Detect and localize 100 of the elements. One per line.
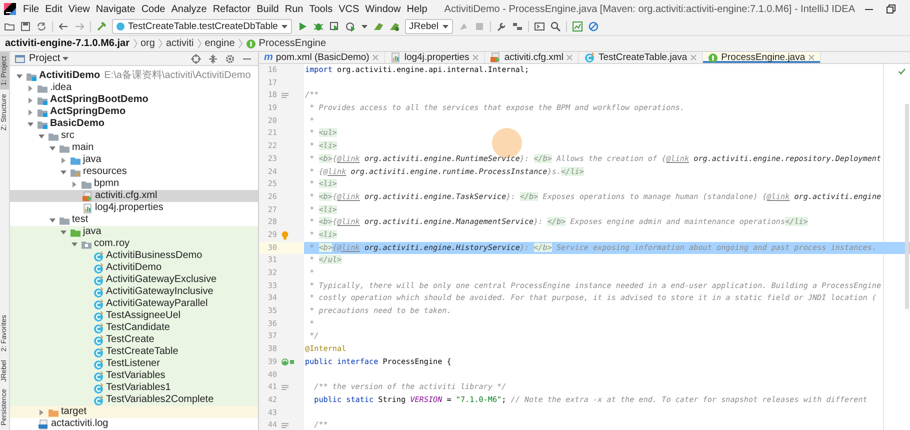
sync-icon[interactable] (36, 21, 47, 32)
wrench-icon[interactable] (496, 21, 507, 32)
scrollbar-thumb[interactable] (905, 104, 909, 309)
collapse-arrow-icon[interactable] (26, 108, 35, 116)
menu-item[interactable]: Tools (306, 4, 336, 14)
tree-item[interactable]: .idea (10, 82, 258, 94)
close-icon[interactable] (808, 54, 816, 61)
close-icon[interactable] (472, 54, 480, 61)
expand-arrow-icon[interactable] (37, 132, 46, 140)
tree-item[interactable]: log4j.properties (10, 202, 258, 214)
tree-item[interactable]: TestListener (10, 358, 258, 370)
terminal-icon[interactable] (534, 21, 545, 32)
tree-item[interactable]: ActivitiBusinessDemo (10, 250, 258, 262)
tree-item[interactable]: TestCreate (10, 334, 258, 346)
close-icon[interactable] (372, 54, 380, 61)
tree-item[interactable]: TestAssigneeUel (10, 310, 258, 322)
breadcrumb-item[interactable]: activiti-engine-7.1.0.M6.jar (5, 38, 130, 49)
editor-tab[interactable]: ProcessEngine.java (703, 52, 822, 63)
tree-item[interactable]: TestCreateTable (10, 346, 258, 358)
hammer-icon[interactable] (96, 21, 107, 32)
settings-gear-icon[interactable] (225, 54, 235, 64)
breadcrumb-item[interactable]: engine (204, 38, 235, 49)
menu-item[interactable]: Refactor (210, 4, 254, 14)
expand-arrow-icon[interactable] (48, 216, 57, 224)
menu-item[interactable]: Run (282, 4, 306, 14)
tree-item[interactable]: target (10, 406, 258, 418)
run-configuration-dropdown[interactable]: TestCreateTable.testCreateDbTable (112, 19, 292, 34)
expand-arrow-icon[interactable] (26, 120, 35, 128)
tree-item[interactable]: java (10, 226, 258, 238)
close-icon[interactable] (566, 54, 574, 61)
editor-tab[interactable]: activiti.cfg.xml (485, 52, 580, 63)
close-icon[interactable] (690, 54, 698, 61)
editor-tab[interactable]: m pom.xml (BasicDemo) (259, 52, 386, 63)
tree-item[interactable]: ActSpringDemo (10, 106, 258, 118)
search-icon[interactable] (550, 21, 561, 32)
implemented-icon[interactable] (281, 358, 294, 366)
run-icon[interactable] (296, 21, 308, 32)
menu-item[interactable]: Code (138, 4, 168, 14)
expand-arrow-icon[interactable] (59, 168, 68, 176)
breadcrumb-item[interactable]: org (140, 38, 155, 49)
no-entry-icon[interactable] (588, 21, 599, 32)
project-view-dropdown[interactable]: Project (29, 53, 70, 64)
jrebel-run-icon[interactable] (372, 21, 384, 32)
doc-render-icon[interactable] (281, 422, 289, 430)
tree-item[interactable]: BasicDemo (10, 118, 258, 130)
expand-arrow-icon[interactable] (15, 72, 24, 80)
menu-item[interactable]: View (65, 4, 93, 14)
expand-arrow-icon[interactable] (70, 240, 79, 248)
collapse-arrow-icon[interactable] (70, 180, 79, 188)
tree-item[interactable]: TestVariables1 (10, 382, 258, 394)
menu-item[interactable]: Navigate (92, 4, 138, 14)
editor-tab[interactable]: log4j.properties (385, 52, 486, 63)
tree-item[interactable]: ActivitiDemo E:\a备课资料\activiti\ActivitiDemo (10, 70, 258, 82)
project-structure-icon[interactable] (512, 21, 523, 32)
collapse-arrow-icon[interactable] (37, 408, 46, 416)
tree-item[interactable]: ActivitiGatewayInclusive (10, 286, 258, 298)
tree-item[interactable]: activiti.cfg.xml (10, 190, 258, 202)
save-icon[interactable] (20, 21, 31, 32)
forward-arrow-icon[interactable] (74, 21, 85, 32)
tree-item[interactable]: ActivitiGatewayExclusive (10, 274, 258, 286)
expand-arrow-icon[interactable] (59, 228, 68, 236)
menu-item[interactable]: Build (254, 4, 282, 14)
coverage-icon[interactable] (328, 21, 340, 32)
doc-render-icon[interactable] (281, 92, 289, 100)
tree-item[interactable]: src (10, 130, 258, 142)
jrebel-debug-icon[interactable] (388, 21, 400, 32)
tree-item[interactable]: TestCandidate (10, 322, 258, 334)
tree-item[interactable]: TestVariables2Complete (10, 394, 258, 406)
tree-item[interactable]: com.roy (10, 238, 258, 250)
tree-item[interactable]: ActivitiDemo (10, 262, 258, 274)
profiler-icon[interactable] (344, 21, 356, 32)
tree-item[interactable]: ActivitiGatewayParallel (10, 298, 258, 310)
locate-target-icon[interactable] (191, 54, 201, 64)
caret-icon[interactable] (360, 23, 368, 30)
restore-icon[interactable] (886, 4, 896, 14)
menu-item[interactable]: VCS (336, 4, 362, 14)
collapse-arrow-icon[interactable] (59, 156, 68, 164)
tree-item[interactable]: test (10, 214, 258, 226)
collapse-all-icon[interactable] (208, 54, 218, 64)
tree-item[interactable]: resources (10, 166, 258, 178)
chart-icon[interactable] (572, 21, 583, 32)
back-arrow-icon[interactable] (58, 21, 69, 32)
jrebel-dropdown[interactable]: JRebel (404, 19, 453, 34)
tree-item[interactable]: main (10, 142, 258, 154)
collapse-arrow-icon[interactable] (26, 84, 35, 92)
tree-item[interactable]: bpmn (10, 178, 258, 190)
menu-item[interactable]: Window (362, 4, 404, 14)
debug-bug-icon[interactable] (312, 21, 324, 32)
tree-item[interactable]: ActSpringBootDemo (10, 94, 258, 106)
tree-item[interactable]: java (10, 154, 258, 166)
doc-render-icon[interactable] (281, 384, 289, 392)
breadcrumb-item[interactable]: ProcessEngine (246, 38, 326, 49)
expand-arrow-icon[interactable] (48, 144, 57, 152)
menu-item[interactable]: Edit (42, 4, 66, 14)
breadcrumb-item[interactable]: activiti (166, 38, 194, 49)
menu-item[interactable]: Help (404, 4, 430, 14)
menu-item[interactable]: Analyze (168, 4, 210, 14)
tree-item[interactable]: actactiviti.log (10, 418, 258, 430)
open-folder-icon[interactable] (4, 21, 15, 32)
menu-item[interactable]: File (20, 4, 42, 14)
